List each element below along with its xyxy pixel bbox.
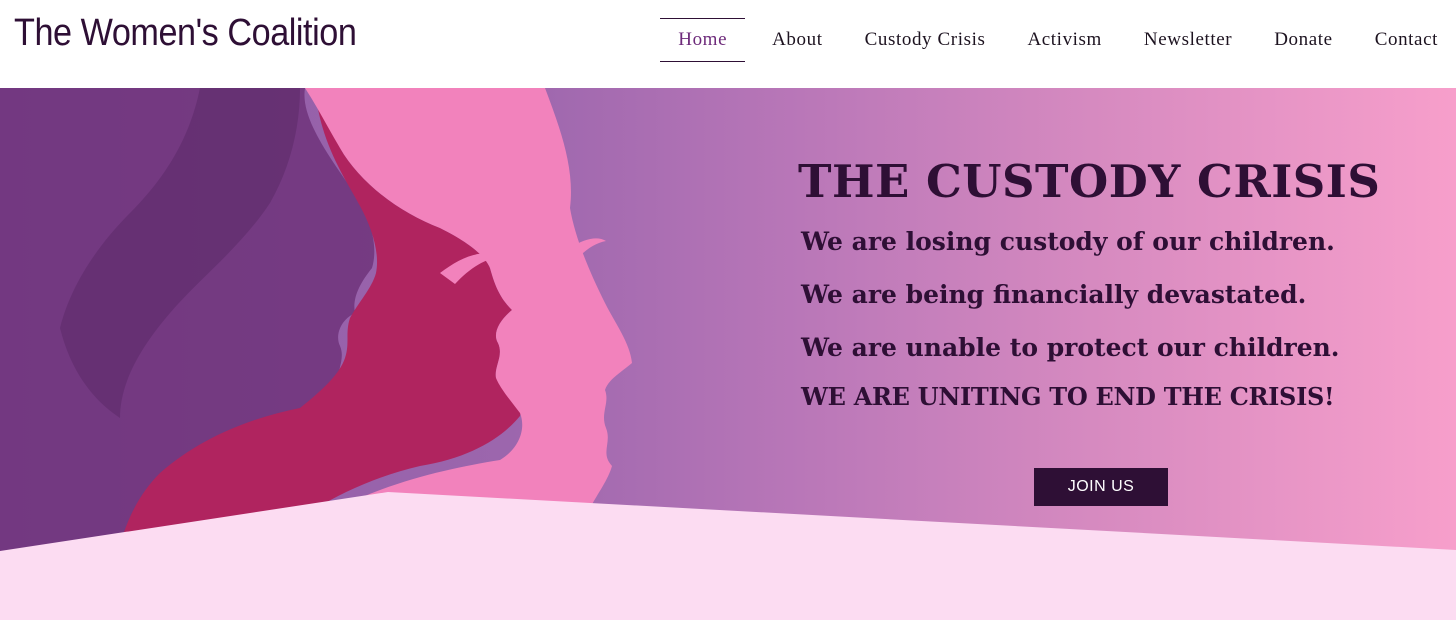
nav-home[interactable]: Home: [660, 18, 746, 62]
hero-line-financial: We are being financially devastated.: [801, 280, 1307, 309]
nav-about[interactable]: About: [751, 18, 844, 62]
hero-banner: THE CUSTODY CRISIS We are losing custody…: [0, 88, 1456, 620]
main-nav: Home About Custody Crisis Activism Newsl…: [660, 18, 1438, 62]
nav-activism[interactable]: Activism: [1006, 18, 1122, 62]
hero-title: THE CUSTODY CRISIS: [798, 155, 1381, 208]
nav-donate[interactable]: Donate: [1253, 18, 1353, 62]
nav-custody-crisis[interactable]: Custody Crisis: [844, 18, 1007, 62]
hero-line-protect: We are unable to protect our children.: [801, 333, 1340, 362]
hero-call-to-action: WE ARE UNITING TO END THE CRISIS!: [801, 382, 1335, 411]
nav-contact[interactable]: Contact: [1354, 18, 1438, 62]
nav-newsletter[interactable]: Newsletter: [1123, 18, 1253, 62]
site-logo-title[interactable]: The Women's Coalition: [14, 12, 357, 55]
hero-text-block: THE CUSTODY CRISIS We are losing custody…: [798, 154, 1418, 411]
site-header: The Women's Coalition Home About Custody…: [0, 0, 1456, 88]
join-us-button[interactable]: JOIN US: [1034, 468, 1168, 506]
hero-line-custody: We are losing custody of our children.: [801, 227, 1335, 256]
